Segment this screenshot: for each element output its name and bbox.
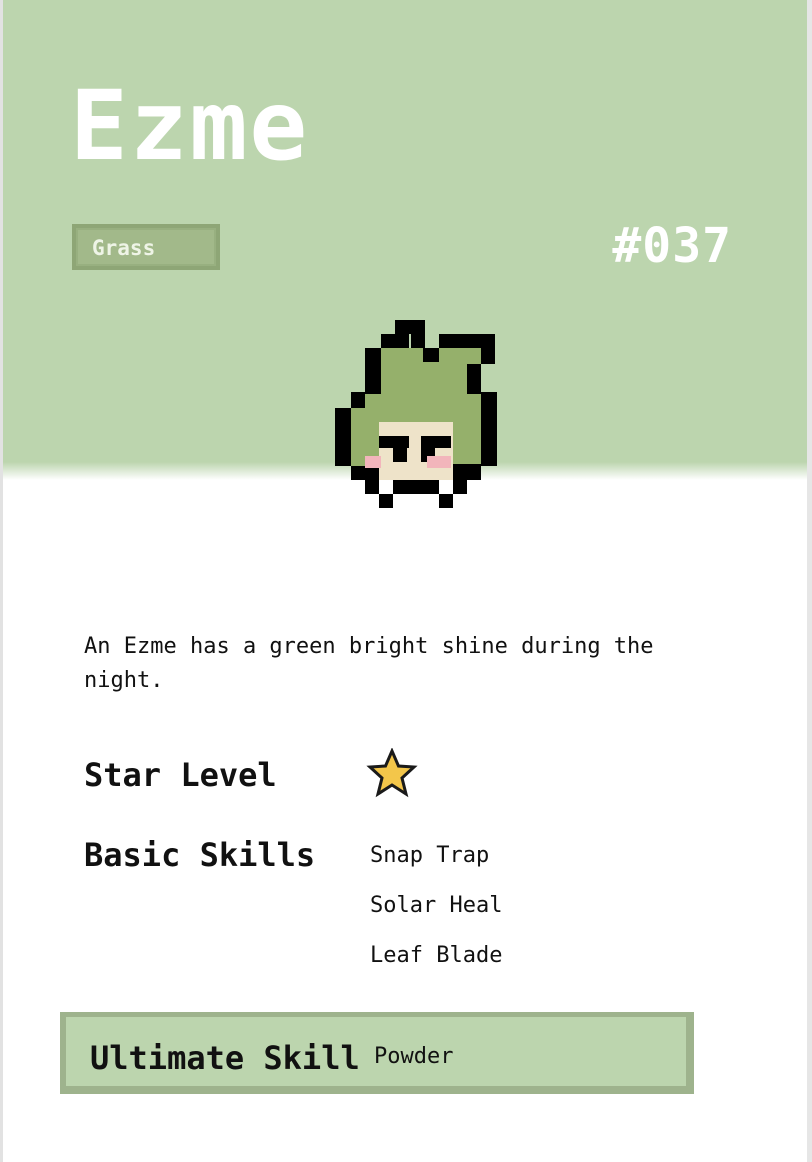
creature-description: An Ezme has a green bright shine during … <box>84 634 654 693</box>
ultimate-skill-label: Ultimate Skill <box>90 1039 360 1077</box>
ultimate-skill-value: Powder <box>374 1044 454 1069</box>
star-icon <box>366 748 418 798</box>
basic-skill-item: Snap Trap <box>370 843 490 868</box>
card-edge-left <box>0 0 3 1162</box>
creature-name: Ezme <box>70 70 310 182</box>
type-label: Grass <box>92 236 156 260</box>
creature-card: Ezme Grass #037 An Ezme has a green brig… <box>0 0 812 1162</box>
star-level-label: Star Level <box>84 756 277 794</box>
ezme-sprite-icon <box>335 320 497 508</box>
ultimate-skill-panel-fill: Ultimate Skill Powder <box>66 1017 686 1086</box>
creature-number: #037 <box>612 218 732 274</box>
basic-skill-item: Leaf Blade <box>370 943 503 968</box>
ultimate-skill-panel: Ultimate Skill Powder <box>60 1012 694 1094</box>
card-edge-right <box>807 0 812 1162</box>
basic-skill-item: Solar Heal <box>370 893 503 918</box>
basic-skills-label: Basic Skills <box>84 836 316 874</box>
type-badge: Grass <box>72 224 220 270</box>
